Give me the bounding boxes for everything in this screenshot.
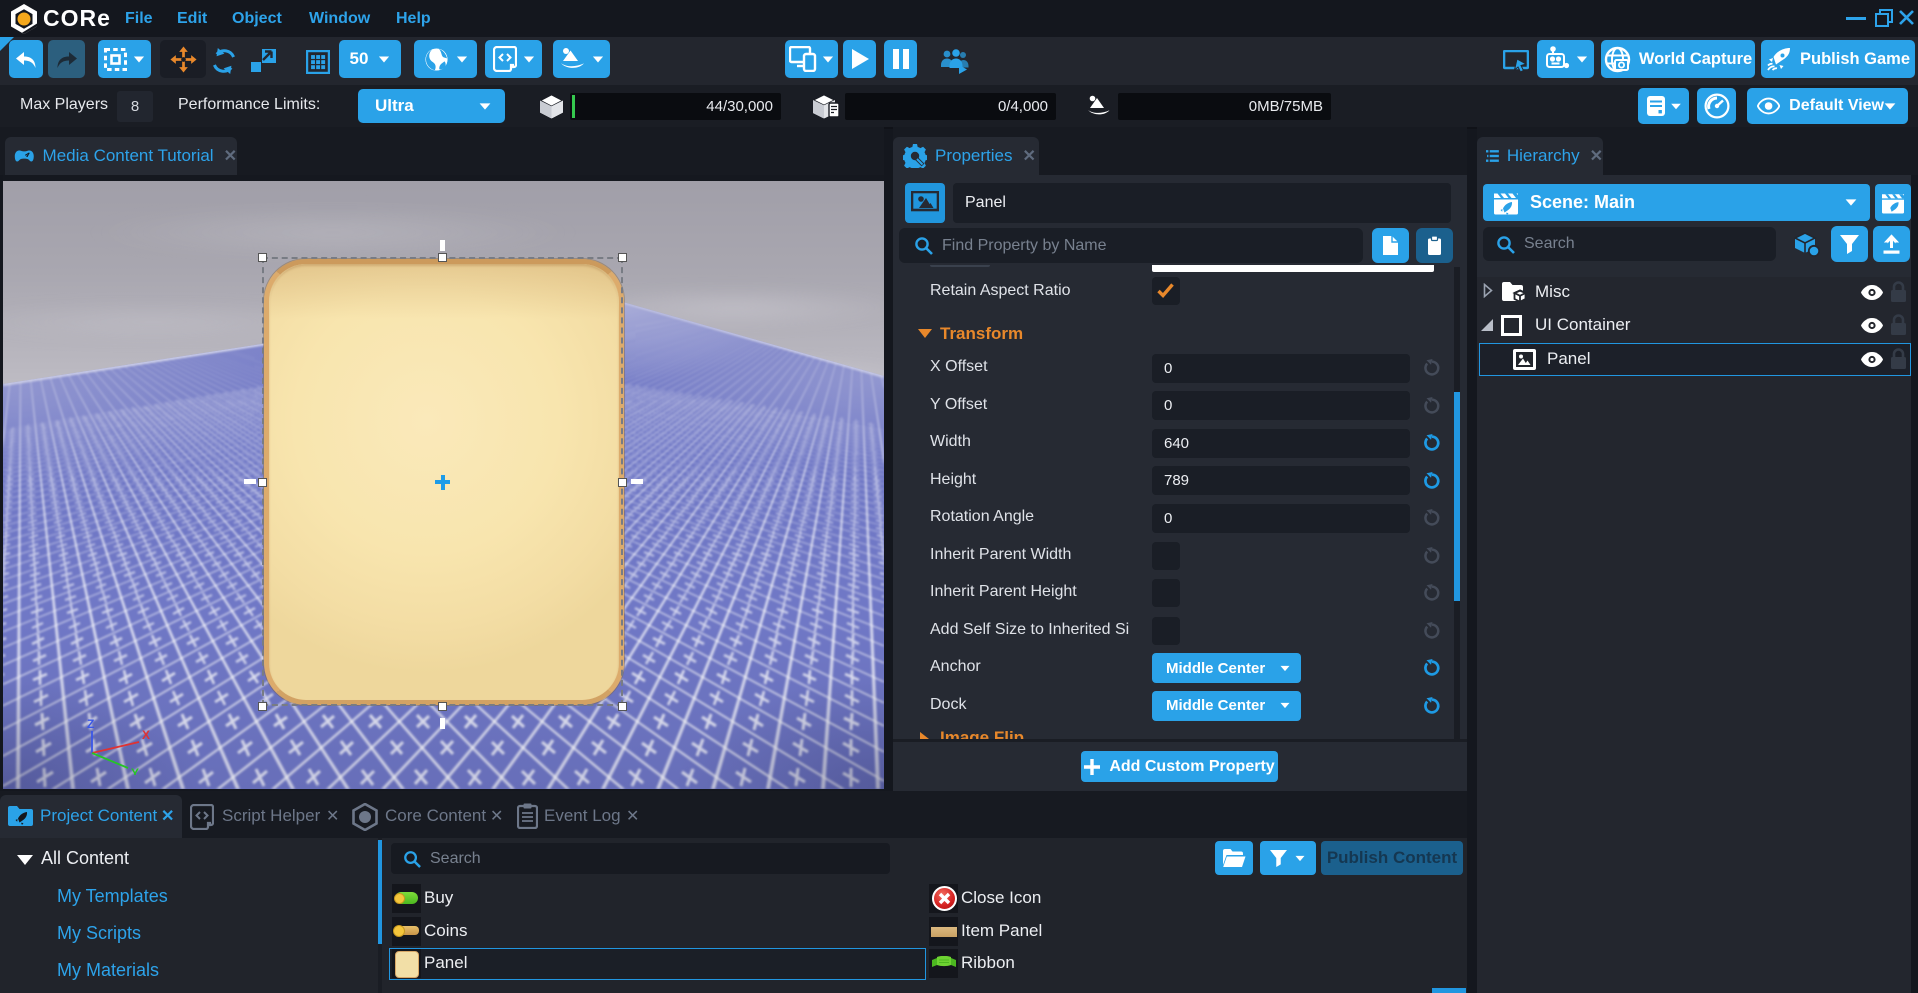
svg-text:X: X <box>142 728 150 742</box>
svg-text:Y: Y <box>131 766 139 775</box>
svg-text:Z: Z <box>87 717 94 731</box>
